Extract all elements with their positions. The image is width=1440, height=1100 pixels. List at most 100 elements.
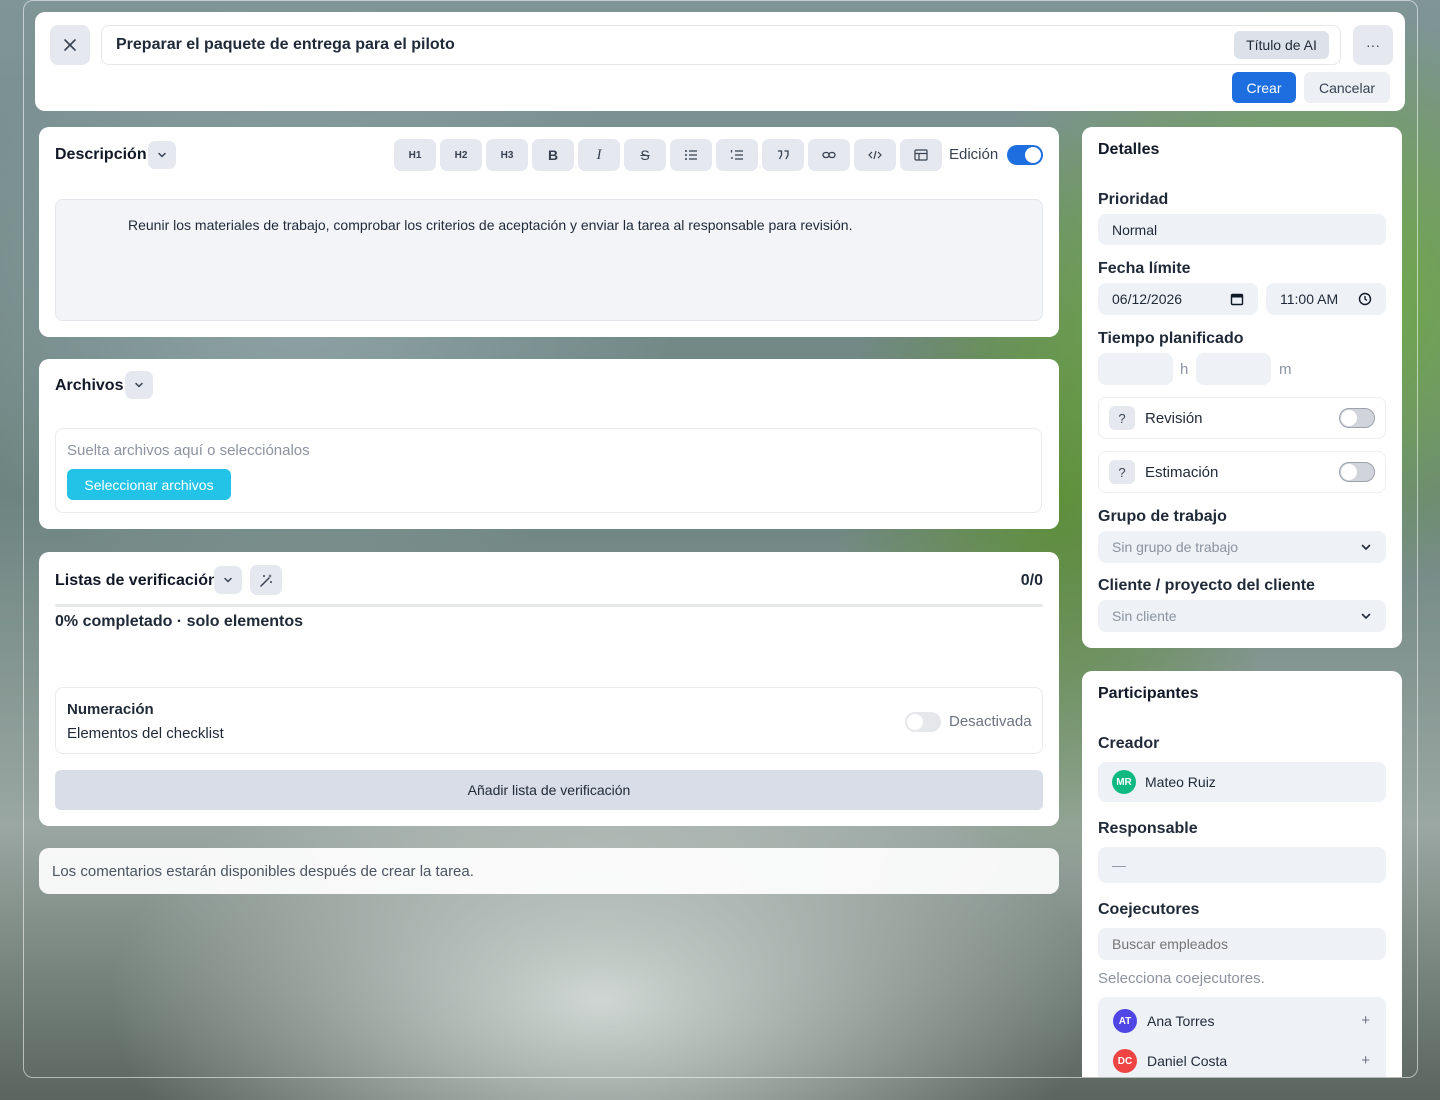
person-name: Ana Torres [1147,1013,1215,1029]
select-files-button[interactable]: Seleccionar archivos [67,469,231,500]
person-avatar: DC [1113,1049,1137,1073]
add-person-button[interactable]: + [1361,1012,1370,1029]
strike-icon: S [640,147,650,163]
due-date-value: 06/12/2026 [1112,291,1183,307]
priority-select[interactable]: Normal [1098,214,1386,245]
numbering-toggle[interactable] [905,712,941,732]
work-group-value: Sin grupo de trabajo [1112,539,1239,555]
description-title: Descripción [55,146,147,163]
close-icon [64,39,76,51]
numbering-subtitle: Elementos del checklist [67,725,224,742]
bullet-list-button[interactable] [670,139,712,171]
review-label: Revisión [1145,410,1203,427]
estimation-toggle[interactable] [1339,462,1375,482]
work-group-label: Grupo de trabajo [1098,508,1227,525]
comments-note-text: Los comentarios estarán disponibles desp… [52,862,474,880]
participants-card: Participantes Creador MR Mateo Ruiz Resp… [1082,671,1402,1077]
person-initials: AT [1118,1015,1132,1027]
code-icon [868,150,882,160]
person-avatar: AT [1113,1009,1137,1033]
priority-label: Prioridad [1098,191,1169,208]
checklists-card: Listas de verificación 0/0 0% completado… [39,552,1059,826]
creator-name: Mateo Ruiz [1145,774,1216,790]
heading2-button[interactable]: H2 [440,139,482,171]
create-button[interactable]: Crear [1232,72,1296,103]
title-input[interactable]: Preparar el paquete de entrega para el p… [101,25,1341,65]
title-value: Preparar el paquete de entrega para el p… [116,36,455,53]
code-button[interactable] [854,139,896,171]
create-label: Crear [1246,79,1282,96]
ordered-list-button[interactable] [716,139,758,171]
description-collapse-button[interactable] [148,141,176,169]
description-editor[interactable]: Reunir los materiales de trabajo, compro… [55,199,1043,321]
creator-initials: MR [1116,776,1132,788]
list-item[interactable]: AT Ana Torres + [1098,997,1386,1041]
close-button[interactable] [50,25,90,65]
edit-mode-toggle[interactable] [1007,145,1043,165]
details-title: Detalles [1098,141,1160,158]
add-checklist-button[interactable]: Añadir lista de verificación [55,770,1043,810]
calendar-icon [1230,293,1244,306]
review-help-icon[interactable]: ? [1109,406,1135,430]
responsible-select[interactable]: — [1098,847,1386,883]
numbering-title: Numeración [67,701,154,718]
bold-icon: B [547,147,559,163]
due-date-input[interactable]: 06/12/2026 [1098,283,1258,315]
creator-field: MR Mateo Ruiz [1098,762,1386,802]
quote-icon [778,150,789,160]
planned-minutes-input[interactable] [1196,353,1271,385]
quote-button[interactable] [762,139,804,171]
heading1-button[interactable]: H1 [394,139,436,171]
add-person-button[interactable]: + [1361,1052,1370,1069]
numbering-state: Desactivada [949,713,1032,730]
chevron-down-icon [1361,613,1371,620]
checklists-collapse-button[interactable] [214,566,242,594]
coexecutors-list: AT Ana Torres + DC Daniel Costa + [1098,997,1386,1077]
cancel-label: Cancelar [1318,79,1376,96]
responsible-value: — [1112,857,1126,873]
file-dropzone[interactable]: Suelta archivos aquí o selecciónalos Sel… [55,428,1042,513]
coexecutors-label: Coejecutores [1098,901,1200,918]
hours-unit: h [1180,361,1189,378]
list-item[interactable]: DC Daniel Costa + [1098,1037,1386,1077]
magic-wand-icon [259,573,272,587]
table-button[interactable] [900,139,942,171]
creator-avatar: MR [1112,770,1136,794]
table-icon [914,149,928,161]
due-time-value: 11:00 AM [1280,291,1339,307]
checklists-count: 0/0 [1020,572,1043,589]
italic-button[interactable]: I [578,139,620,171]
cancel-button[interactable]: Cancelar [1304,72,1390,103]
link-icon [822,151,836,159]
planned-hours-input[interactable] [1098,353,1173,385]
review-toggle[interactable] [1339,408,1375,428]
strike-button[interactable]: S [624,139,666,171]
client-select[interactable]: Sin cliente [1098,600,1386,632]
files-card: Archivos Suelta archivos aquí o selecció… [39,359,1059,529]
ai-title-button[interactable]: Título de AI [1234,31,1329,59]
due-time-input[interactable]: 11:00 AM [1266,283,1386,315]
person-initials: DC [1117,1055,1133,1067]
select-files-label: Seleccionar archivos [84,476,214,493]
chevron-down-icon [1361,544,1371,551]
chevron-down-icon [224,577,232,583]
person-name: Daniel Costa [1147,1053,1228,1069]
chevron-down-icon [158,152,166,158]
more-button[interactable]: ··· [1353,25,1393,65]
link-button[interactable] [808,139,850,171]
chevron-down-icon [135,382,143,388]
magic-wand-button[interactable] [250,565,282,595]
clock-icon [1358,292,1372,306]
italic-icon: I [596,146,602,163]
checklists-title: Listas de verificación [55,572,218,589]
priority-value: Normal [1112,221,1158,238]
heading3-button[interactable]: H3 [486,139,528,171]
estimation-help-icon[interactable]: ? [1109,460,1135,484]
files-collapse-button[interactable] [125,371,153,399]
description-card: Descripción H1 H2 H3 B I S Edición Reuni… [39,127,1059,337]
responsible-label: Responsable [1098,820,1198,837]
dropzone-text: Suelta archivos aquí o selecciónalos [67,442,310,459]
work-group-select[interactable]: Sin grupo de trabajo [1098,531,1386,563]
bold-button[interactable]: B [532,139,574,171]
coexecutors-search-input[interactable] [1098,928,1386,960]
